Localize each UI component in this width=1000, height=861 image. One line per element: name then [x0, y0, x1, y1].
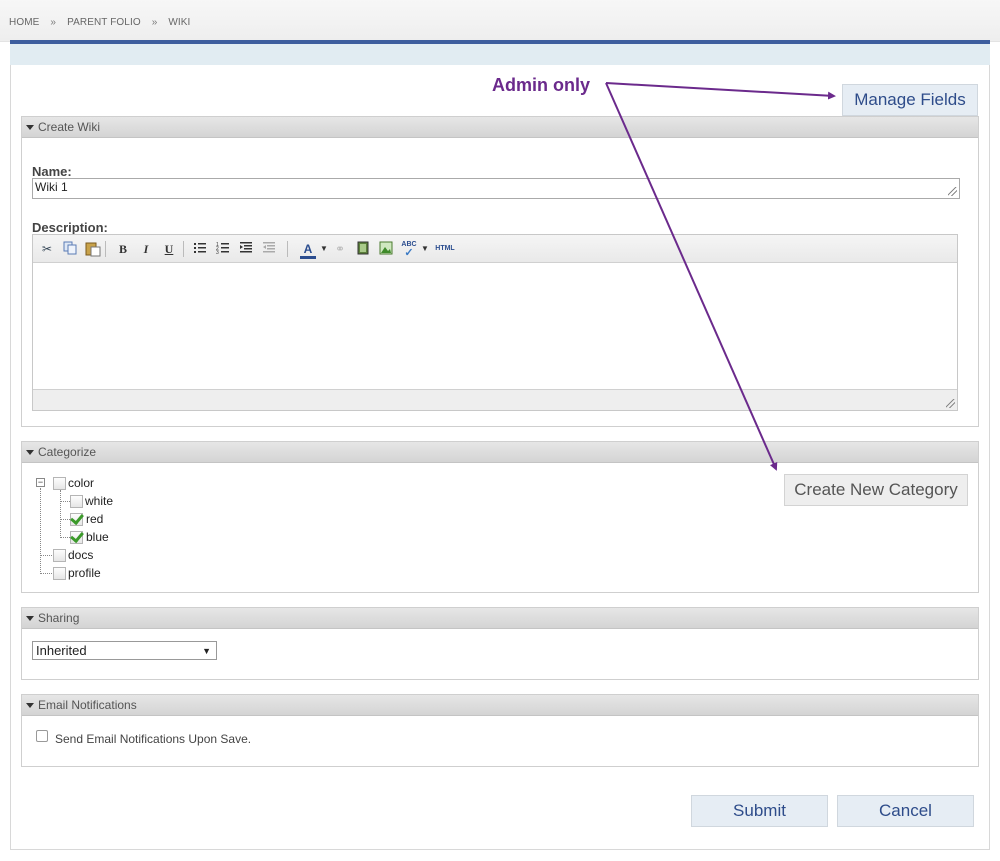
tree-connector — [40, 488, 41, 574]
breadcrumb-wiki[interactable]: WIKI — [168, 17, 190, 28]
email-notifications-checkbox[interactable] — [36, 730, 48, 742]
tree-connector — [61, 501, 70, 502]
create-wiki-header[interactable]: Create Wiki — [22, 117, 978, 138]
category-label-white[interactable]: white — [85, 494, 113, 508]
italic-icon[interactable]: I — [138, 241, 154, 257]
sharing-header-label: Sharing — [38, 611, 80, 625]
paste-icon[interactable] — [85, 241, 101, 257]
image-icon[interactable] — [378, 241, 394, 257]
copy-icon[interactable] — [62, 241, 78, 257]
email-notifications-header[interactable]: Email Notifications — [22, 695, 978, 716]
resize-grip-icon[interactable] — [948, 187, 957, 196]
name-input[interactable]: Wiki 1 — [32, 178, 960, 199]
chevron-down-icon[interactable]: ▼ — [417, 241, 433, 257]
category-checkbox-white[interactable] — [70, 495, 83, 508]
categorize-panel: Categorize − color white red blue docs p… — [21, 441, 979, 593]
link-icon[interactable]: ⚭ — [332, 241, 348, 257]
description-label: Description: — [32, 220, 108, 235]
editor-status-bar — [33, 389, 957, 410]
tree-connector — [41, 573, 52, 574]
collapse-triangle-icon — [26, 703, 34, 708]
resize-grip-icon[interactable] — [946, 399, 955, 408]
breadcrumb-bar: HOME » PARENT FOLIO » WIKI — [0, 0, 1000, 42]
font-color-icon[interactable]: A — [300, 241, 316, 259]
spellcheck-icon[interactable]: ABC ✓ — [401, 241, 417, 259]
category-checkbox-docs[interactable] — [53, 549, 66, 562]
header-band — [10, 44, 990, 65]
outdent-icon[interactable] — [261, 241, 277, 257]
bullet-list-icon[interactable] — [192, 241, 208, 257]
admin-only-annotation: Admin only — [492, 75, 590, 95]
toolbar-separator — [183, 241, 184, 257]
sharing-header[interactable]: Sharing — [22, 608, 978, 629]
breadcrumb-parent-folio[interactable]: PARENT FOLIO — [67, 17, 141, 28]
tree-connector — [61, 537, 70, 538]
tree-connector — [41, 555, 52, 556]
category-label-docs[interactable]: docs — [68, 548, 93, 562]
email-notifications-label: Send Email Notifications Upon Save. — [55, 732, 252, 746]
tree-connector — [61, 519, 70, 520]
collapse-triangle-icon — [26, 616, 34, 621]
media-icon[interactable] — [355, 241, 371, 257]
email-notifications-header-label: Email Notifications — [38, 698, 137, 712]
editor-toolbar: ✂ B I U 123 A ▼ ⚭ ABC ✓ ▼ HTML — [33, 235, 957, 263]
breadcrumb-home[interactable]: HOME — [9, 17, 39, 28]
category-label-red[interactable]: red — [86, 512, 103, 526]
editor-content-area[interactable] — [33, 263, 957, 389]
category-checkbox-profile[interactable] — [53, 567, 66, 580]
category-label-profile[interactable]: profile — [68, 566, 101, 580]
name-label: Name: — [32, 164, 72, 179]
create-wiki-panel: Create Wiki Name: Wiki 1 Description: ✂ … — [21, 116, 979, 427]
breadcrumb-separator: » — [50, 17, 57, 28]
cut-icon[interactable]: ✂ — [39, 241, 55, 257]
category-checkbox-color[interactable] — [53, 477, 66, 490]
categorize-header[interactable]: Categorize — [22, 442, 978, 463]
create-wiki-header-label: Create Wiki — [38, 120, 101, 134]
collapse-triangle-icon — [26, 125, 34, 130]
category-label-color[interactable]: color — [68, 476, 94, 490]
indent-icon[interactable] — [238, 241, 254, 257]
description-editor: ✂ B I U 123 A ▼ ⚭ ABC ✓ ▼ HTML — [32, 234, 958, 411]
tree-connector — [60, 490, 61, 538]
breadcrumb: HOME » PARENT FOLIO » WIKI — [9, 17, 190, 28]
chevron-down-icon[interactable]: ▼ — [316, 241, 332, 257]
category-label-blue[interactable]: blue — [86, 530, 109, 544]
dropdown-arrow-icon: ▼ — [202, 646, 211, 656]
toolbar-separator — [287, 241, 288, 257]
sharing-select[interactable]: Inherited ▼ — [32, 641, 217, 660]
html-icon[interactable]: HTML — [434, 241, 456, 257]
email-notifications-panel: Email Notifications Send Email Notificat… — [21, 694, 979, 767]
categorize-header-label: Categorize — [38, 445, 97, 459]
toolbar-separator — [105, 241, 106, 257]
category-checkbox-red[interactable] — [70, 513, 83, 526]
cancel-button[interactable]: Cancel — [837, 795, 974, 827]
svg-text:3: 3 — [216, 250, 219, 255]
sharing-select-value: Inherited — [36, 643, 87, 658]
breadcrumb-separator: » — [151, 17, 158, 28]
numbered-list-icon[interactable]: 123 — [215, 241, 231, 257]
manage-fields-button[interactable]: Manage Fields — [842, 84, 978, 116]
bold-icon[interactable]: B — [115, 241, 131, 257]
name-input-value: Wiki 1 — [35, 180, 68, 194]
collapse-triangle-icon — [26, 450, 34, 455]
category-checkbox-blue[interactable] — [70, 531, 83, 544]
submit-button[interactable]: Submit — [691, 795, 828, 827]
tree-collapse-icon[interactable]: − — [36, 478, 45, 487]
sharing-panel: Sharing Inherited ▼ — [21, 607, 979, 680]
create-new-category-button[interactable]: Create New Category — [784, 474, 968, 506]
underline-icon[interactable]: U — [161, 241, 177, 257]
